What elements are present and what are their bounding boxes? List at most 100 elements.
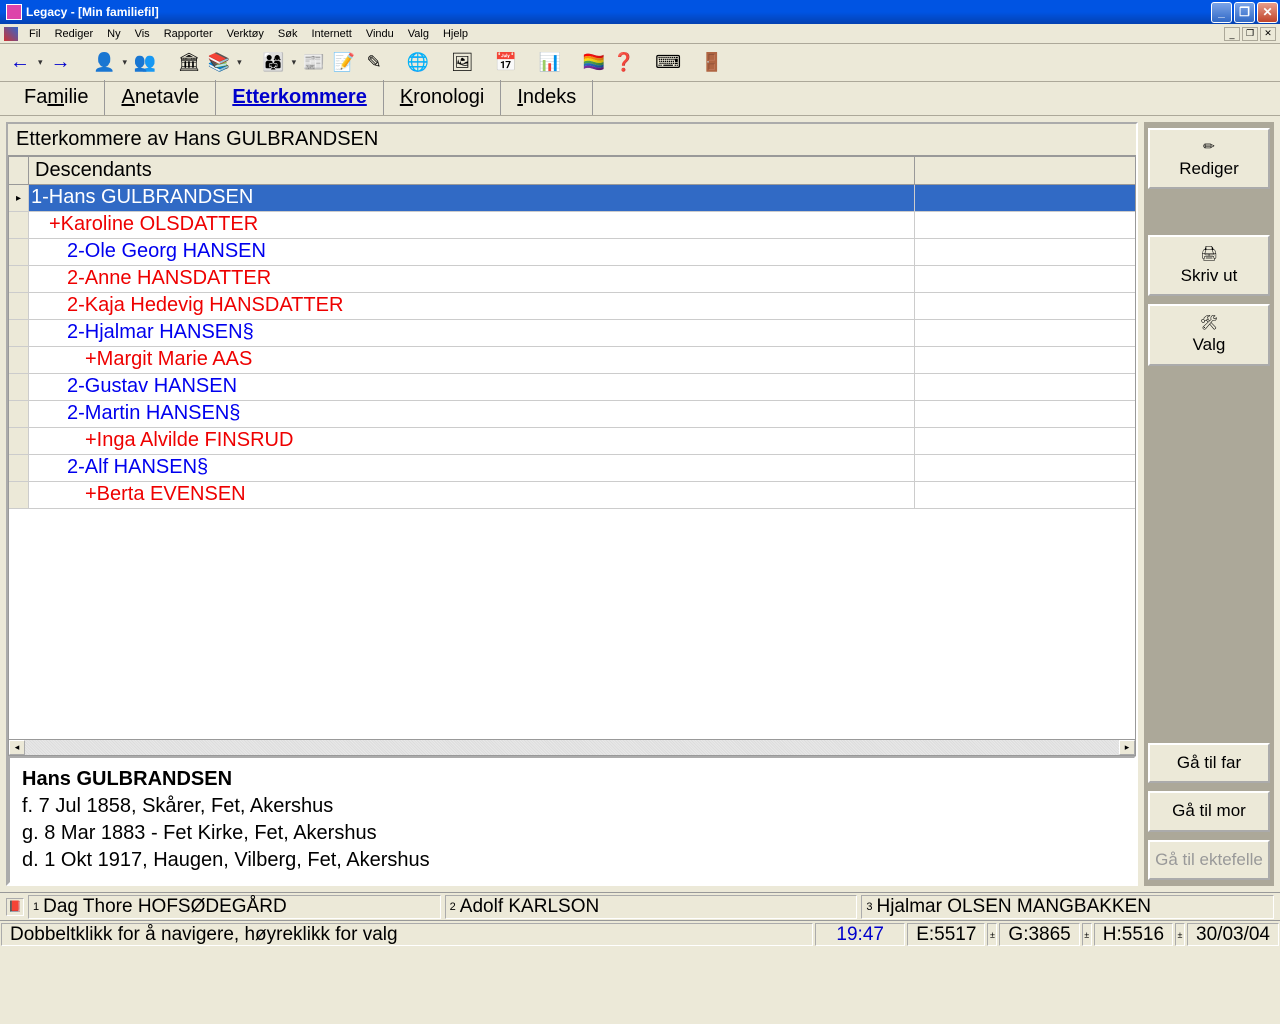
row-selector [9,293,29,319]
mdi-restore[interactable]: ❐ [1242,27,1258,41]
gafar-button[interactable]: Gå til far [1148,743,1270,783]
grid-body[interactable]: ▸1-Hans GULBRANDSEN+Karoline OLSDATTER2-… [9,185,1135,739]
toolbar-books-drop[interactable]: ▾ [235,57,244,68]
detail-name: Hans GULBRANDSEN [22,766,1122,793]
toolbar-person-icon[interactable]: 👤 [91,49,119,77]
table-row[interactable]: +Inga Alvilde FINSRUD [9,428,1135,455]
close-button[interactable]: ✕ [1257,2,1278,23]
toolbar-calendar-icon[interactable]: 📅 [492,49,520,77]
table-row[interactable]: ▸1-Hans GULBRANDSEN [9,185,1135,212]
menu-vis[interactable]: Vis [128,26,157,42]
row-text: 2-Alf HANSEN§ [29,455,915,481]
maximize-button[interactable]: ❐ [1234,2,1255,23]
table-row[interactable]: +Margit Marie AAS [9,347,1135,374]
skrivut-button[interactable]: 🖨Skriv ut [1148,235,1270,296]
menu-valg[interactable]: Valg [401,26,436,42]
menu-hjelp[interactable]: Hjelp [436,26,475,42]
table-row[interactable]: 2-Ole Georg HANSEN [9,239,1135,266]
toolbar-help-icon[interactable]: ❓ [610,49,638,77]
bookmark-1-label: Dag Thore HOFSØDEGÅRD [43,896,287,918]
menu-rediger[interactable]: Rediger [48,26,101,42]
row-right [915,401,1135,427]
toolbar-newspaper-icon[interactable]: 📰 [300,49,328,77]
toolbar-couple-icon[interactable]: 👥 [131,49,159,77]
mdi-close[interactable]: ✕ [1260,27,1276,41]
titlebar-text: Legacy - [Min familiefil] [26,5,1211,19]
row-right [915,374,1135,400]
tab-etterkommere[interactable]: Etterkommere [216,80,384,115]
tab-anetavle[interactable]: Anetavle [105,80,216,115]
mdi-minimize[interactable]: _ [1224,27,1240,41]
side-panel: ✏Rediger 🖨Skriv ut 🛠Valg Gå til far Gå t… [1144,122,1274,886]
menu-verktøy[interactable]: Verktøy [220,26,271,42]
descendants-grid: Descendants ▸1-Hans GULBRANDSEN+Karoline… [8,156,1136,756]
tab-kronologi[interactable]: Kronologi [384,80,502,115]
row-right [915,347,1135,373]
scroll-track[interactable] [25,740,1119,755]
detail-death: d. 1 Okt 1917, Haugen, Vilberg, Fet, Ake… [22,847,1122,874]
toolbar-globe-icon[interactable]: 🌐 [404,49,432,77]
menu-fil[interactable]: Fil [22,26,48,42]
table-row[interactable]: 2-Anne HANSDATTER [9,266,1135,293]
grid-header-selector [9,157,29,184]
toolbar-chart-icon[interactable]: 📊 [536,49,564,77]
rediger-button[interactable]: ✏Rediger [1148,128,1270,189]
status-date: 30/03/04 [1187,923,1279,946]
scroll-left[interactable]: ◂ [9,740,25,755]
table-row[interactable]: +Berta EVENSEN [9,482,1135,509]
bookmark-icon[interactable]: 📕 [6,898,24,916]
bookmark-1[interactable]: 1Dag Thore HOFSØDEGÅRD [28,895,441,919]
row-text: +Margit Marie AAS [29,347,915,373]
status-sep1: ± [987,923,997,946]
minimize-button[interactable]: _ [1211,2,1232,23]
detail-birth: f. 7 Jul 1858, Skårer, Fet, Akershus [22,793,1122,820]
grid-header-descendants[interactable]: Descendants [29,157,915,184]
toolbar-stripes-icon[interactable]: 🏳️‍🌈 [580,49,608,77]
row-right [915,320,1135,346]
bookmark-3[interactable]: 3Hjalmar OLSEN MANGBAKKEN [861,895,1274,919]
bookmark-3-label: Hjalmar OLSEN MANGBAKKEN [876,896,1151,918]
menu-ny[interactable]: Ny [100,26,127,42]
gamor-button[interactable]: Gå til mor [1148,791,1270,831]
table-row[interactable]: 2-Gustav HANSEN [9,374,1135,401]
menu-vindu[interactable]: Vindu [359,26,401,42]
bookmark-2[interactable]: 2Adolf KARLSON [445,895,858,919]
table-row[interactable]: 2-Kaja Hedevig HANSDATTER [9,293,1135,320]
gaektefelle-button[interactable]: Gå til ektefelle [1148,840,1270,880]
toolbar-family-drop[interactable]: ▾ [290,57,299,68]
toolbar-keyboard-icon[interactable]: ⌨ [654,49,682,77]
scroll-right[interactable]: ▸ [1119,740,1135,755]
table-row[interactable]: +Karoline OLSDATTER [9,212,1135,239]
statusbar: Dobbeltklikk for å navigere, høyreklikk … [0,920,1280,948]
toolbar-photo-icon[interactable]: 🖼 [448,49,476,77]
tab-indeks[interactable]: Indeks [501,80,593,115]
toolbar: ← ▾ → 👤 ▾ 👥 🏛 📚 ▾ 👨‍👩‍👧 ▾ 📰 📝 ✎ 🌐 🖼 📅 📊 … [0,44,1280,82]
menu-søk[interactable]: Søk [271,26,305,42]
table-row[interactable]: 2-Hjalmar HANSEN§ [9,320,1135,347]
toolbar-building1-icon[interactable]: 🏛 [175,49,203,77]
toolbar-person-drop[interactable]: ▾ [121,57,130,68]
row-text: +Inga Alvilde FINSRUD [29,428,915,454]
status-e: E:5517 [907,923,985,946]
menu-internett[interactable]: Internett [304,26,358,42]
toolbar-edit-icon[interactable]: ✎ [360,49,388,77]
horizontal-scrollbar[interactable]: ◂ ▸ [9,739,1135,755]
toolbar-family-icon[interactable]: 👨‍👩‍👧 [260,49,288,77]
row-text: +Berta EVENSEN [29,482,915,508]
table-row[interactable]: 2-Alf HANSEN§ [9,455,1135,482]
nav-forward[interactable]: → [47,51,75,74]
bookmark-bar: 📕 1Dag Thore HOFSØDEGÅRD 2Adolf KARLSON … [0,892,1280,920]
row-text: 2-Gustav HANSEN [29,374,915,400]
toolbar-note-icon[interactable]: 📝 [330,49,358,77]
menu-rapporter[interactable]: Rapporter [157,26,220,42]
nav-back-drop[interactable]: ▾ [36,57,45,68]
row-text: 2-Ole Georg HANSEN [29,239,915,265]
status-sep2: ± [1082,923,1092,946]
tab-familie[interactable]: Familie [8,80,105,115]
valg-button[interactable]: 🛠Valg [1148,304,1270,365]
toolbar-exit-icon[interactable]: 🚪 [698,49,726,77]
grid-header-right[interactable] [915,157,1135,184]
toolbar-books-icon[interactable]: 📚 [205,49,233,77]
table-row[interactable]: 2-Martin HANSEN§ [9,401,1135,428]
nav-back[interactable]: ← [6,51,34,74]
